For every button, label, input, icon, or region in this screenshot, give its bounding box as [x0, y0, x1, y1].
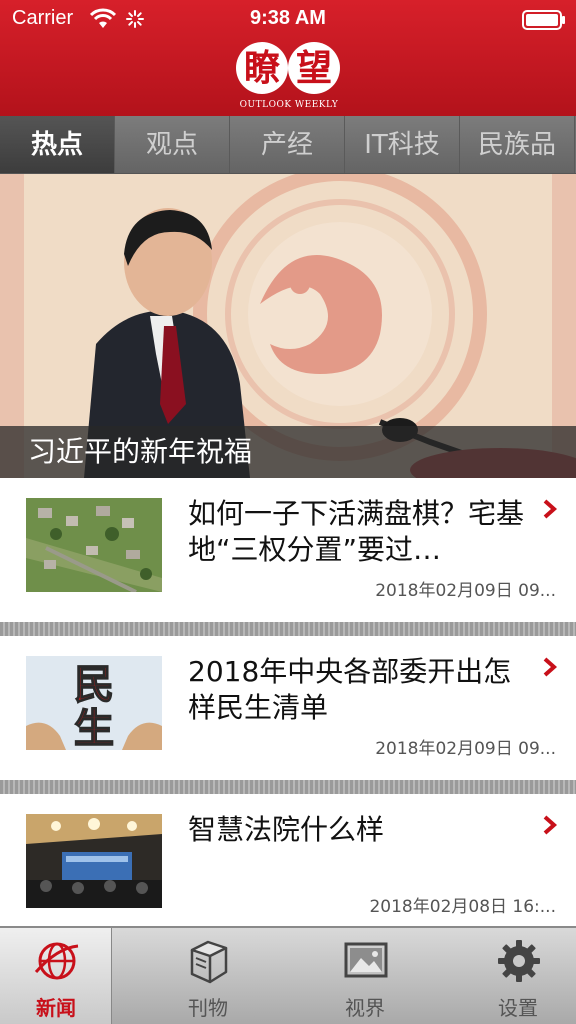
- outlook-logo: 瞭 望 OUTLOOK WEEKLY: [234, 42, 344, 114]
- news-title: 智慧法院什么样: [188, 813, 385, 846]
- news-item[interactable]: 如何一子下活满盘棋？宅基地“三权分置”要过… 2018年02月09日 09...: [0, 478, 576, 622]
- chevron-right-icon: [543, 657, 558, 677]
- news-item[interactable]: 民 生 2018年中央各部委开出怎样民生清单 2018年02月09日 09...: [0, 636, 576, 780]
- news-thumbnail-village: [26, 498, 162, 592]
- book-icon: [190, 940, 228, 984]
- news-thumbnail-minsheng: 民 生: [26, 656, 162, 750]
- logo-char-2: 望: [288, 42, 340, 94]
- logo-subtitle: OUTLOOK WEEKLY: [239, 100, 339, 110]
- thumb-text-min: 民: [74, 662, 114, 708]
- tab-national-brand[interactable]: 民族品: [460, 116, 575, 173]
- hero-banner[interactable]: 习近平的新年祝福: [0, 174, 576, 478]
- news-date: 2018年02月09日 09...: [375, 739, 556, 759]
- news-date: 2018年02月08日 16:...: [369, 897, 556, 917]
- app-header: Carrier 9:38 AM 瞭 望 OUTLOOK WEEKLY: [0, 0, 576, 116]
- news-item[interactable]: 智慧法院什么样 2018年02月08日 16:...: [0, 794, 576, 938]
- tabbar-label: 设置: [498, 996, 538, 1020]
- status-bar: Carrier 9:38 AM: [0, 0, 576, 40]
- news-date: 2018年02月09日 09...: [375, 581, 556, 601]
- gear-icon: [498, 940, 540, 982]
- list-separator: [0, 780, 576, 794]
- tabbar-label: 新闻: [36, 996, 76, 1020]
- tabbar-label: 刊物: [188, 996, 228, 1020]
- tabbar-publications[interactable]: 刊物: [152, 928, 264, 1024]
- bottom-tab-bar: 新闻 刊物 视界 设置: [0, 926, 576, 1024]
- tab-industry-economy[interactable]: 产经: [230, 116, 345, 173]
- globe-icon: [34, 942, 79, 980]
- tab-opinion[interactable]: 观点: [115, 116, 230, 173]
- news-thumbnail-court: [26, 814, 162, 908]
- logo-char-1: 瞭: [236, 42, 288, 94]
- chevron-right-icon: [543, 815, 558, 835]
- news-title: 2018年中央各部委开出怎样民生清单: [188, 655, 512, 724]
- tab-it-tech[interactable]: IT科技: [345, 116, 460, 173]
- hero-caption: 习近平的新年祝福: [0, 426, 576, 478]
- chevron-right-icon: [543, 499, 558, 519]
- tabbar-vision[interactable]: 视界: [309, 928, 421, 1024]
- battery-icon: [522, 10, 565, 30]
- tabbar-label: 视界: [345, 996, 385, 1020]
- list-separator: [0, 622, 576, 636]
- news-title: 如何一子下活满盘棋？宅基地“三权分置”要过…: [188, 497, 525, 566]
- status-time: 9:38 AM: [250, 7, 326, 29]
- picture-icon: [344, 942, 388, 978]
- thumb-text-sheng: 生: [74, 706, 114, 750]
- tab-hot[interactable]: 热点: [0, 116, 115, 173]
- category-tabs: 热点 观点 产经 IT科技 民族品: [0, 116, 576, 174]
- tabbar-settings[interactable]: 设置: [462, 928, 574, 1024]
- tabbar-news[interactable]: 新闻: [0, 928, 112, 1024]
